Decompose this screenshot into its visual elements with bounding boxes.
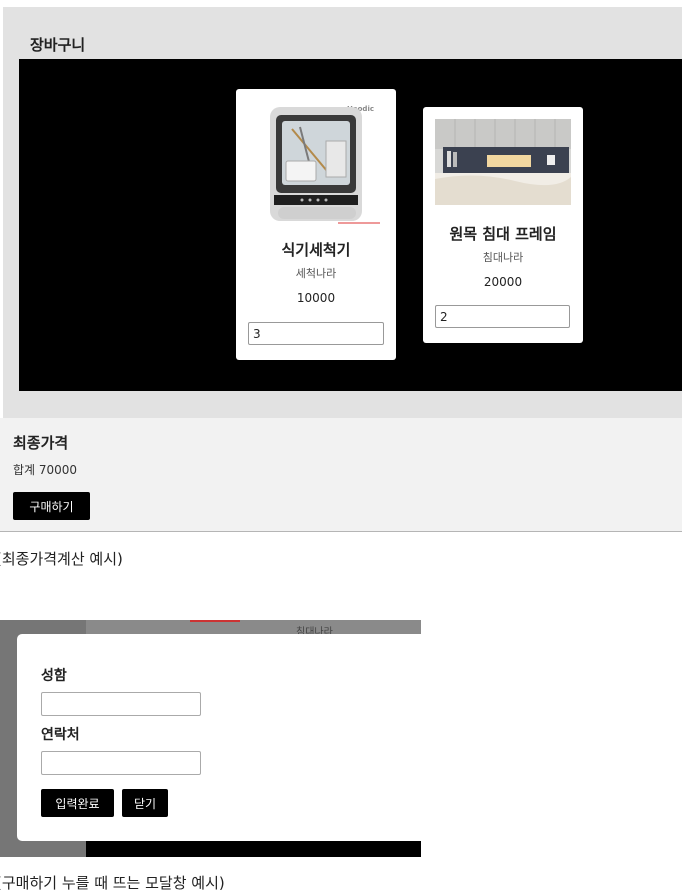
product-name: 식기세척기 [281, 241, 351, 259]
product-card-dishwasher[interactable]: Hoodic 식기세척기 세척나라 10000 [236, 89, 396, 360]
phone-field[interactable] [41, 751, 201, 775]
background-divider [190, 620, 240, 622]
cart-title: 장바구니 [30, 36, 86, 54]
close-button[interactable]: 닫기 [122, 789, 168, 817]
total-example-caption: (최종가격계산 예시) [0, 550, 123, 568]
cart-drop-zone[interactable]: Hoodic 식기세척기 세척나라 10000 3 원목 침대 프레임 침대나라… [19, 59, 682, 391]
buy-button[interactable]: 구매하기 [13, 492, 90, 520]
product-price: 10000 [296, 291, 336, 305]
cart-panel: 장바구니 Hoodic 식기세척기 세척나라 10000 3 원목 침대 프레임… [3, 7, 682, 418]
product-price: 20000 [483, 275, 523, 289]
dishwasher-image: Hoodic [262, 101, 380, 227]
total-title: 최종가격 [13, 434, 69, 452]
quantity-input[interactable] [248, 322, 384, 345]
total-panel: 최종가격 합계 70000 구매하기 [0, 418, 682, 532]
purchase-modal: 성함 연락처 입력완료 닫기 [17, 634, 421, 841]
quantity-input[interactable] [435, 305, 570, 328]
product-brand: 세척나라 [295, 267, 337, 280]
product-card-bed-frame[interactable]: 원목 침대 프레임 침대나라 20000 [423, 107, 583, 343]
product-name: 원목 침대 프레임 [449, 225, 557, 243]
modal-example-screenshot: 침대나라 성함 연락처 입력완료 닫기 [0, 620, 421, 857]
submit-button[interactable]: 입력완료 [41, 789, 114, 817]
name-field[interactable] [41, 692, 201, 716]
product-brand: 침대나라 [482, 251, 524, 264]
bed-frame-image [435, 119, 571, 205]
modal-example-caption: (구매하기 누를 때 뜨는 모달창 예시) [0, 874, 225, 892]
total-amount: 합계 70000 [13, 463, 78, 477]
phone-label: 연락처 [41, 727, 80, 743]
name-label: 성함 [41, 668, 67, 684]
